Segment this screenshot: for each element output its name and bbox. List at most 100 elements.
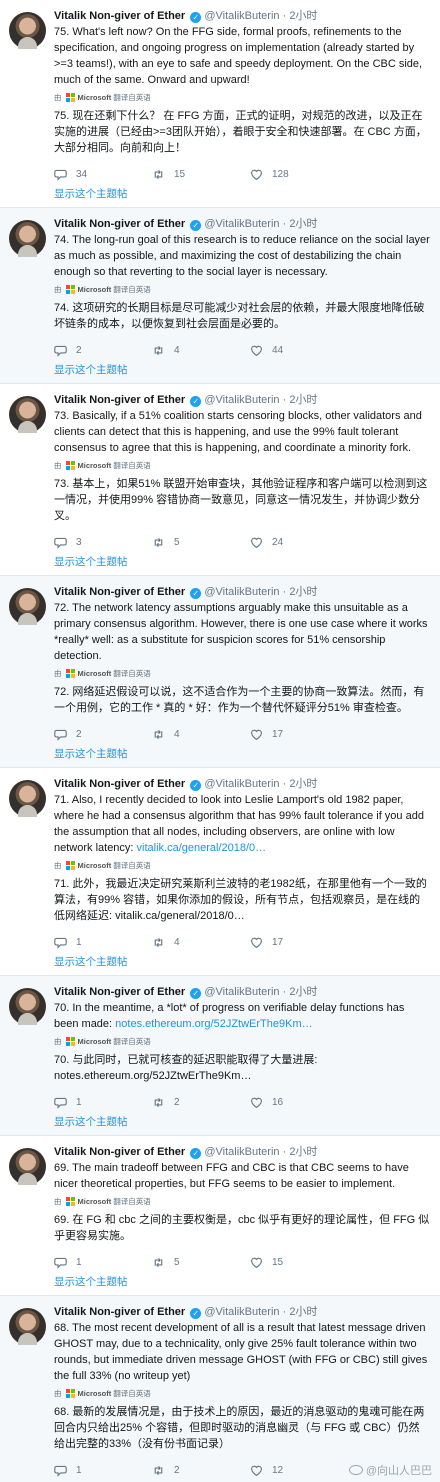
avatar[interactable] [9,396,46,433]
author-handle[interactable]: @VitalikButerin [204,778,279,790]
retweet-icon [154,937,163,947]
reply-button[interactable]: 34 [54,168,152,181]
like-button[interactable]: 16 [250,1096,348,1109]
translation-prefix: 由 [54,1389,62,1398]
translation-credit: 由 Microsoft 翻译自英语 [54,284,430,295]
author-name[interactable]: Vitalik Non-giver of Ether [54,1146,185,1158]
reply-icon [54,169,67,181]
retweet-button[interactable]: 5 [152,1256,250,1269]
like-button[interactable]: 15 [250,1256,348,1269]
author-handle[interactable]: @VitalikButerin [204,218,279,230]
tweet-timestamp[interactable]: 2小时 [289,1146,317,1158]
verified-badge-icon: ✓ [190,588,202,599]
like-button[interactable]: 12 [250,1464,348,1477]
show-thread-link[interactable]: 显示这个主题帖 [54,358,430,383]
tweet-timestamp[interactable]: 2小时 [289,394,317,406]
reply-icon [54,1257,67,1269]
reply-count: 2 [76,344,82,356]
retweet-icon [154,345,163,355]
like-button[interactable]: 44 [250,344,348,357]
reply-button[interactable]: 2 [54,728,152,741]
author-name[interactable]: Vitalik Non-giver of Ether [54,986,185,998]
like-count: 44 [272,344,284,356]
avatar[interactable] [9,12,46,49]
translation-credit: 由 Microsoft 翻译自英语 [54,1388,430,1399]
author-handle[interactable]: @VitalikButerin [204,586,279,598]
avatar[interactable] [9,220,46,257]
retweet-button[interactable]: 4 [152,344,250,357]
show-thread-link[interactable]: 显示这个主题帖 [54,1110,430,1135]
tweet-timestamp[interactable]: 2小时 [289,10,317,22]
tweet[interactable]: Vitalik Non-giver of Ether ✓ @VitalikBut… [0,0,440,208]
author-name[interactable]: Vitalik Non-giver of Ether [54,586,185,598]
retweet-button[interactable]: 15 [152,168,250,181]
retweet-button[interactable]: 4 [152,936,250,949]
tweet[interactable]: Vitalik Non-giver of Ether ✓ @VitalikBut… [0,1296,440,1482]
avatar[interactable] [9,588,46,625]
show-thread-link[interactable]: 显示这个主题帖 [54,742,430,767]
reply-button[interactable]: 1 [54,936,152,949]
author-handle[interactable]: @VitalikButerin [204,394,279,406]
show-thread-link[interactable]: 显示这个主题帖 [54,1270,430,1295]
like-button[interactable]: 24 [250,536,348,549]
tweet-timestamp[interactable]: 2小时 [289,778,317,790]
author-name[interactable]: Vitalik Non-giver of Ether [54,218,185,230]
tweet[interactable]: Vitalik Non-giver of Ether ✓ @VitalikBut… [0,976,440,1136]
tweet-link[interactable]: vitalik.ca/general/2018/0… [137,842,267,854]
retweet-button[interactable]: 5 [152,536,250,549]
avatar[interactable] [9,780,46,817]
retweet-button[interactable]: 2 [152,1464,250,1477]
reply-icon [54,729,67,741]
author-handle[interactable]: @VitalikButerin [204,1306,279,1318]
verified-badge-icon: ✓ [190,12,202,23]
retweet-button[interactable]: 4 [152,728,250,741]
tweet[interactable]: Vitalik Non-giver of Ether ✓ @VitalikBut… [0,384,440,576]
reply-button[interactable]: 2 [54,344,152,357]
avatar[interactable] [9,1308,46,1345]
tweet-text: 72. The network latency assumptions argu… [54,600,430,664]
retweet-count: 2 [174,1464,180,1476]
tweet[interactable]: Vitalik Non-giver of Ether ✓ @VitalikBut… [0,208,440,384]
author-handle[interactable]: @VitalikButerin [204,986,279,998]
translation-prefix: 由 [54,93,62,102]
author-handle[interactable]: @VitalikButerin [204,1146,279,1158]
like-icon [251,1465,262,1476]
reply-button[interactable]: 1 [54,1464,152,1477]
show-thread-link[interactable]: 显示这个主题帖 [54,550,430,575]
author-name[interactable]: Vitalik Non-giver of Ether [54,10,185,22]
tweet-link[interactable]: notes.ethereum.org/52JZtwErThe9Km… [115,1018,312,1030]
reply-count: 2 [76,728,82,740]
like-button[interactable]: 17 [250,936,348,949]
like-button[interactable]: 17 [250,728,348,741]
author-name[interactable]: Vitalik Non-giver of Ether [54,1306,185,1318]
tweet-timestamp[interactable]: 2小时 [289,1306,317,1318]
tweet-timestamp[interactable]: 2小时 [289,986,317,998]
show-thread-link[interactable]: 显示这个主题帖 [54,950,430,975]
author-handle[interactable]: @VitalikButerin [204,10,279,22]
reply-button[interactable]: 3 [54,536,152,549]
translation-credit: 由 Microsoft 翻译自英语 [54,860,430,871]
tweet[interactable]: Vitalik Non-giver of Ether ✓ @VitalikBut… [0,1136,440,1296]
author-name[interactable]: Vitalik Non-giver of Ether [54,778,185,790]
retweet-count: 4 [174,728,180,740]
reply-count: 1 [76,1096,82,1108]
author-name[interactable]: Vitalik Non-giver of Ether [54,394,185,406]
weibo-logo-icon [348,1465,363,1475]
retweet-icon [154,1465,163,1475]
tweet-timestamp[interactable]: 2小时 [289,218,317,230]
tweet-timestamp[interactable]: 2小时 [289,586,317,598]
retweet-button[interactable]: 2 [152,1096,250,1109]
tweet[interactable]: Vitalik Non-giver of Ether ✓ @VitalikBut… [0,768,440,976]
translation-suffix: 翻译自英语 [113,1389,151,1398]
reply-button[interactable]: 1 [54,1096,152,1109]
show-thread-link[interactable]: 显示这个主题帖 [54,1478,430,1482]
avatar[interactable] [9,988,46,1025]
show-thread-link[interactable]: 显示这个主题帖 [54,182,430,207]
like-icon [251,537,262,548]
tweet[interactable]: Vitalik Non-giver of Ether ✓ @VitalikBut… [0,576,440,768]
like-button[interactable]: 128 [250,168,348,181]
tweet-actions: 1 5 15 [54,1254,430,1270]
reply-button[interactable]: 1 [54,1256,152,1269]
avatar[interactable] [9,1148,46,1185]
tweet-header: Vitalik Non-giver of Ether ✓ @VitalikBut… [54,585,430,600]
